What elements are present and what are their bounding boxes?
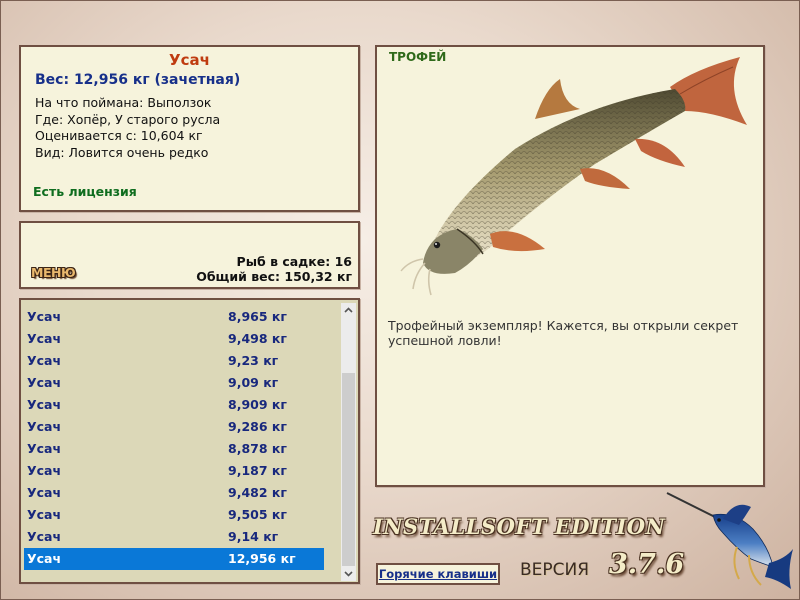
list-item[interactable]: Усач 8,909 кг [24,394,324,416]
list-item-name: Усач [27,419,62,434]
list-item-weight: 9,482 кг [228,485,287,500]
catch-list-panel: Усач 8,965 кг Усач 9,498 кг Усач 9,23 кг Усач 9… [19,298,360,584]
list-item-name: Усач [27,353,62,368]
marlin-icon [666,492,793,589]
list-item-weight: 8,909 кг [228,397,287,412]
hotkeys-button[interactable]: Горячие клавиши [376,563,500,585]
catch-list[interactable]: Усач 8,965 кг Усач 9,498 кг Усач 9,23 кг Усач 9… [24,306,324,570]
scroll-up-button[interactable] [341,303,356,318]
list-item-weight: 9,286 кг [228,419,287,434]
list-item-name: Усач [27,309,62,324]
list-item[interactable]: Усач 9,09 кг [24,372,324,394]
list-item-name: Усач [27,441,62,456]
list-item-weight: 9,187 кг [228,463,287,478]
list-item-weight: 8,965 кг [228,309,287,324]
list-item-selected[interactable]: Усач 12,956 кг [24,548,324,570]
location-line: Где: Хопёр, У старого русла [35,111,221,127]
list-item-weight: 12,956 кг [228,551,296,566]
list-item-name: Усач [27,463,62,478]
version-label: ВЕРСИЯ [520,560,590,580]
list-item-name: Усач [27,375,62,390]
list-item-name: Усач [27,551,62,566]
list-item-weight: 9,505 кг [228,507,287,522]
barbel-fish-icon [400,57,747,296]
list-item-weight: 9,09 кг [228,375,279,390]
trophy-description: Трофейный экземпляр! Кажется, вы открыли… [388,318,739,348]
trophy-title: ТРОФЕЙ [389,50,447,64]
chevron-down-icon [344,571,353,577]
list-item[interactable]: Усач 9,14 кг [24,526,324,548]
list-item-name: Усач [27,331,62,346]
catch-info-panel: Усач Вес: 12,956 кг (зачетная) На что по… [19,45,360,212]
bait-line: На что поймана: Выползок [35,95,212,110]
list-item-weight: 8,878 кг [228,441,287,456]
license-status: Есть лицензия [33,184,137,199]
fish-weight: Вес: 12,956 кг (зачетная) [35,72,241,88]
keepnet-panel: МЕНЮ Рыб в садке: 16 Общий вес: 150,32 к… [19,221,360,289]
trophy-panel: ТРОФЕЙ Трофейный экземпляр! Кажется, вы … [375,45,765,487]
catch-details: На что поймана: Выползок Где: Хопёр, У с… [35,95,358,161]
fish-count: Рыб в садке: 16 [236,254,352,269]
list-item-name: Усач [27,507,62,522]
list-item-weight: 9,23 кг [228,353,279,368]
list-item-weight: 9,14 кг [228,529,279,544]
min-weight-line: Оценивается с: 10,604 кг [35,128,203,143]
list-item[interactable]: Усач 9,286 кг [24,416,324,438]
list-item[interactable]: Усач 8,965 кг [24,306,324,328]
list-item[interactable]: Усач 9,187 кг [24,460,324,482]
list-item-weight: 9,498 кг [228,331,287,346]
total-weight: Общий вес: 150,32 кг [196,269,352,284]
rarity-line: Вид: Ловится очень редко [35,144,209,160]
list-item[interactable]: Усач 9,498 кг [24,328,324,350]
scroll-down-button[interactable] [341,566,356,581]
list-item[interactable]: Усач 8,878 кг [24,438,324,460]
menu-button[interactable]: МЕНЮ [31,265,76,280]
fish-name: Усач [169,51,210,69]
list-item-name: Усач [27,529,62,544]
list-item[interactable]: Усач 9,482 кг [24,482,324,504]
list-item[interactable]: Усач 9,505 кг [24,504,324,526]
list-scrollbar[interactable] [341,303,356,581]
edition-logo: INSTALLSOFT EDITION [373,514,666,539]
scroll-thumb[interactable] [342,373,355,566]
list-item-name: Усач [27,397,62,412]
list-item[interactable]: Усач 9,23 кг [24,350,324,372]
chevron-up-icon [344,307,353,313]
keepnet-stats: Рыб в садке: 16 Общий вес: 150,32 кг [196,254,352,284]
list-item-name: Усач [27,485,62,500]
